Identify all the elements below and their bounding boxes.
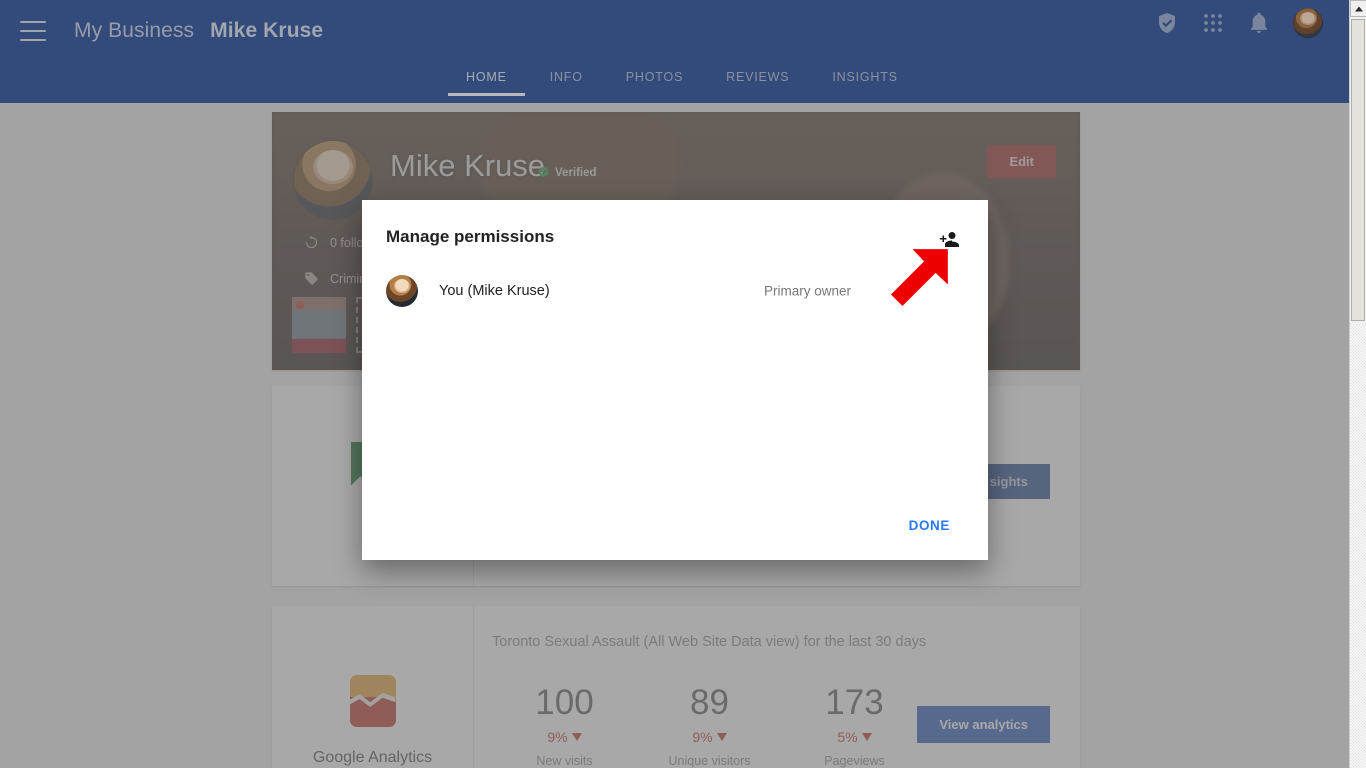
browser-viewport: Mike Kruse Verified 0 follow	[0, 0, 1366, 768]
app-header: My Business Mike Kruse HOME INFO PHOTOS …	[0, 0, 1349, 103]
done-button[interactable]: DONE	[899, 509, 960, 542]
scroll-up-button[interactable]	[1350, 0, 1366, 17]
tab-home[interactable]: HOME	[448, 70, 525, 96]
apps-grid-icon[interactable]	[1201, 11, 1225, 35]
hamburger-menu-icon[interactable]	[20, 21, 46, 41]
header-actions	[1155, 8, 1323, 38]
scrollbar-track[interactable]	[1350, 325, 1366, 768]
primary-navigation-tabs: HOME INFO PHOTOS REVIEWS INSIGHTS	[0, 62, 1349, 103]
scrollbar-thumb[interactable]	[1351, 19, 1365, 321]
member-name: You (Mike Kruse)	[439, 283, 550, 299]
member-role: Primary owner	[764, 283, 852, 299]
notifications-bell-icon[interactable]	[1247, 11, 1271, 35]
account-avatar[interactable]	[1293, 8, 1323, 38]
tab-reviews[interactable]: REVIEWS	[726, 70, 789, 96]
tab-insights[interactable]: INSIGHTS	[832, 70, 897, 96]
add-person-icon[interactable]	[937, 227, 961, 251]
tab-info[interactable]: INFO	[550, 70, 583, 96]
header-business-name[interactable]: Mike Kruse	[210, 19, 323, 43]
permission-member-row: You (Mike Kruse) Primary owner	[386, 268, 964, 314]
shield-check-icon[interactable]	[1155, 11, 1179, 35]
header-top-row: My Business Mike Kruse	[0, 0, 1349, 62]
page-scrollbar[interactable]	[1349, 0, 1366, 768]
app-brand-title[interactable]: My Business	[74, 19, 194, 43]
dialog-title: Manage permissions	[386, 227, 555, 246]
manage-permissions-dialog: Manage permissions You (Mike Kruse) Prim…	[362, 200, 988, 560]
tab-photos[interactable]: PHOTOS	[626, 70, 683, 96]
member-avatar	[386, 275, 418, 307]
